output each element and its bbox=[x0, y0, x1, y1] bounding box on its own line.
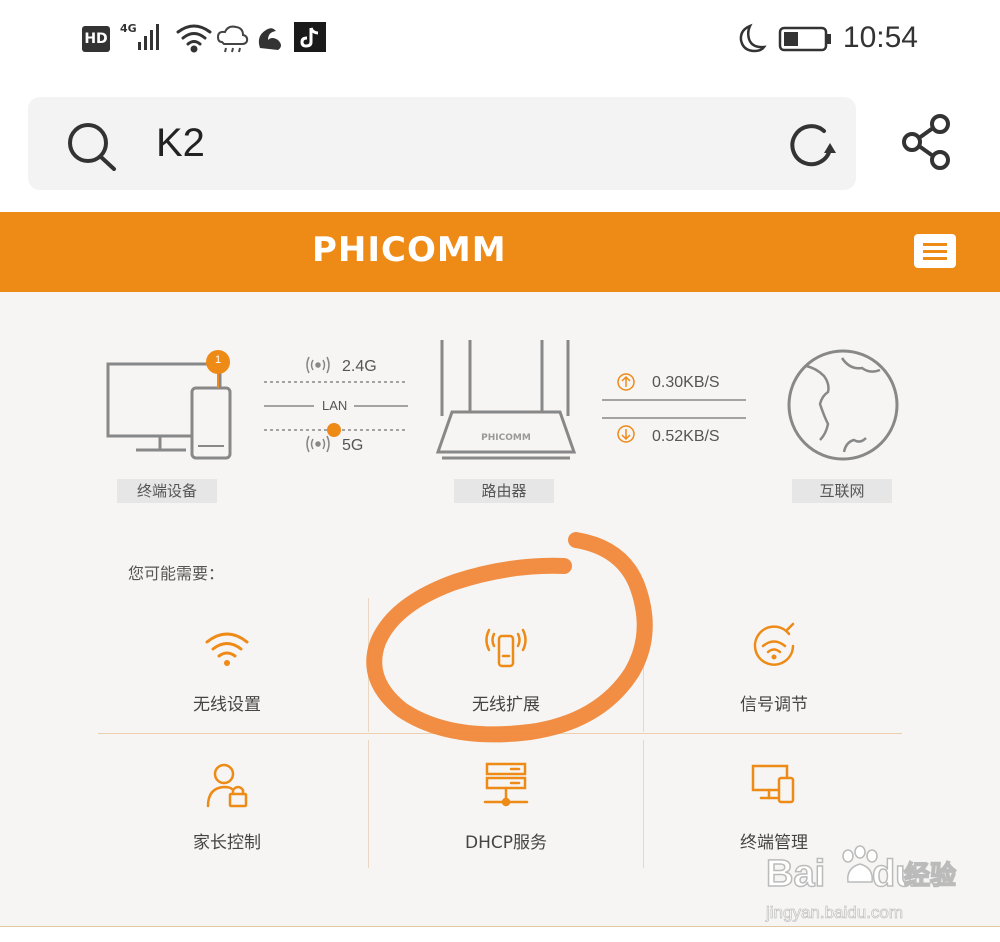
moon-icon bbox=[739, 23, 767, 53]
signal-adjust-label: 信号调节 bbox=[740, 695, 808, 715]
wifi-settings-item[interactable]: 无线设置 bbox=[90, 604, 364, 734]
uc-browser-icon bbox=[258, 28, 281, 50]
parental-control-icon bbox=[206, 763, 248, 808]
upload-speed: 0.30KB/S bbox=[652, 374, 720, 391]
dhcp-service-label: DHCP服务 bbox=[465, 833, 547, 853]
cloud-icon bbox=[216, 25, 249, 53]
signal-adjust-item[interactable]: 信号调节 bbox=[637, 604, 911, 734]
menu-line bbox=[923, 257, 947, 260]
device-count: 1 bbox=[214, 354, 222, 366]
baidu-watermark-logo: Bai du 经验 jingyan.baidu.com bbox=[765, 845, 957, 922]
search-bar[interactable]: K2 bbox=[28, 97, 856, 190]
status-right-icons bbox=[739, 23, 831, 53]
lan-label: LAN bbox=[322, 398, 348, 413]
screen: HD 4G 10:54 K2 PHICOMM 1 终端设备 2.4G LAN 5… bbox=[0, 0, 1000, 942]
bottom-edge bbox=[0, 926, 1000, 942]
status-icons: 4G bbox=[120, 22, 326, 53]
search-icon[interactable] bbox=[66, 121, 120, 171]
parental-control-item[interactable]: 家长控制 bbox=[90, 742, 364, 872]
share-icon[interactable] bbox=[900, 114, 954, 170]
router-illustration[interactable]: PHICOMM bbox=[432, 334, 580, 466]
battery-icon bbox=[778, 26, 831, 52]
menu-button[interactable] bbox=[914, 234, 956, 268]
annotation-circle bbox=[366, 532, 653, 743]
status-bar: HD 4G 10:54 bbox=[0, 0, 1000, 78]
router-caption: 路由器 bbox=[454, 479, 554, 503]
suggest-title: 您可能需要： bbox=[128, 564, 225, 583]
wifi-icon bbox=[176, 24, 212, 53]
band-24-label: 2.4G bbox=[342, 358, 377, 375]
search-query[interactable]: K2 bbox=[156, 119, 205, 167]
wireless-icon bbox=[306, 356, 330, 374]
globe-icon[interactable] bbox=[784, 346, 902, 464]
menu-line bbox=[923, 243, 947, 246]
phone-icon bbox=[190, 386, 232, 460]
internet-caption: 互联网 bbox=[792, 479, 892, 503]
refresh-icon[interactable] bbox=[786, 121, 840, 171]
tiktok-icon bbox=[294, 22, 326, 52]
wireless-icon bbox=[306, 435, 330, 453]
parental-control-label: 家长控制 bbox=[193, 833, 261, 853]
watermark-product: 经验 bbox=[904, 860, 956, 891]
watermark-brand: Bai bbox=[766, 853, 825, 895]
link-indicator bbox=[327, 423, 341, 437]
wifi-icon bbox=[205, 632, 249, 666]
menu-line bbox=[923, 250, 947, 253]
hd-badge: HD bbox=[82, 26, 110, 52]
watermark-url: jingyan.baidu.com bbox=[765, 903, 903, 922]
brand-logo: PHICOMM bbox=[312, 230, 507, 270]
upload-icon bbox=[617, 373, 635, 391]
server-icon bbox=[483, 762, 529, 807]
download-icon bbox=[617, 425, 635, 443]
device-management-icon bbox=[751, 764, 795, 804]
dhcp-service-item[interactable]: DHCP服务 bbox=[369, 742, 643, 872]
devices-caption: 终端设备 bbox=[117, 479, 217, 503]
signal-icon: 4G bbox=[120, 22, 159, 50]
download-speed: 0.52KB/S bbox=[652, 428, 720, 445]
wifi-settings-label: 无线设置 bbox=[193, 695, 261, 715]
signal-adjust-icon bbox=[753, 622, 795, 666]
network-type-label: 4G bbox=[120, 22, 137, 35]
app-header: PHICOMM bbox=[0, 212, 1000, 292]
clock: 10:54 bbox=[842, 21, 918, 54]
router-brand: PHICOMM bbox=[481, 433, 531, 443]
band-5-label: 5G bbox=[342, 437, 364, 454]
